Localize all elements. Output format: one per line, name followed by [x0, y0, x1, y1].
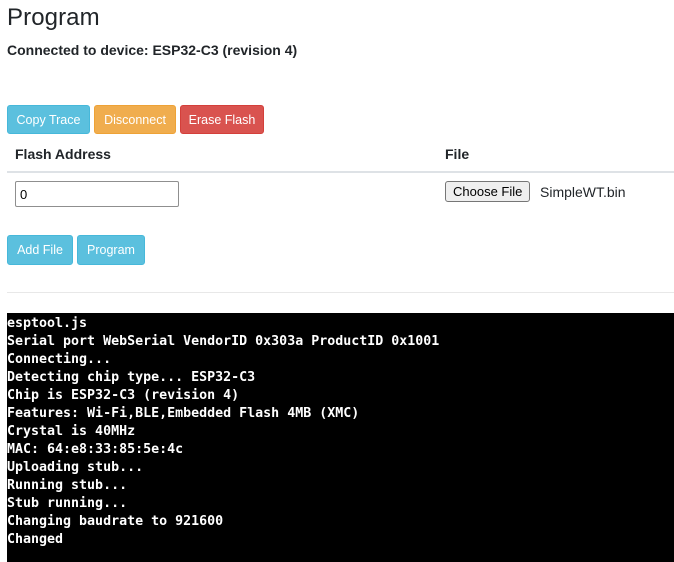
table-header-divider [7, 171, 674, 173]
console-line: Uploading stub... [7, 460, 144, 475]
disconnect-button[interactable]: Disconnect [94, 105, 176, 134]
console-line: Chip is ESP32-C3 (revision 4) [7, 388, 240, 403]
console-line: Detecting chip type... ESP32-C3 [7, 370, 256, 385]
console-line: Crystal is 40MHz [7, 424, 136, 439]
console-line: Connecting... [7, 352, 112, 367]
console-line: Changing baudrate to 921600 [7, 514, 224, 529]
choose-file-button[interactable]: Choose File [445, 181, 531, 202]
console-line: Stub running... [7, 496, 128, 511]
console-line: esptool.js [7, 316, 88, 331]
flash-address-input[interactable] [15, 181, 179, 207]
erase-flash-button[interactable]: Erase Flash [180, 105, 264, 134]
program-button[interactable]: Program [77, 235, 145, 265]
console-line: Changed [7, 532, 64, 547]
section-divider [7, 292, 674, 293]
file-header: File [445, 146, 470, 162]
copy-trace-button[interactable]: Copy Trace [7, 105, 90, 134]
console-line: Features: Wi-Fi,BLE,Embedded Flash 4MB (… [7, 406, 360, 421]
console-line: Running stub... [7, 478, 128, 493]
terminal-console[interactable]: esptool.js Serial port WebSerial VendorI… [7, 313, 674, 562]
selected-file-name: SimpleWT.bin [540, 184, 626, 200]
connection-status: Connected to device: ESP32-C3 (revision … [7, 42, 298, 58]
console-line: MAC: 64:e8:33:85:5e:4c [7, 442, 184, 457]
flash-address-header: Flash Address [15, 146, 111, 162]
console-line: Serial port WebSerial VendorID 0x303a Pr… [7, 334, 440, 349]
page-title: Program [7, 4, 100, 31]
add-file-button[interactable]: Add File [7, 235, 73, 265]
